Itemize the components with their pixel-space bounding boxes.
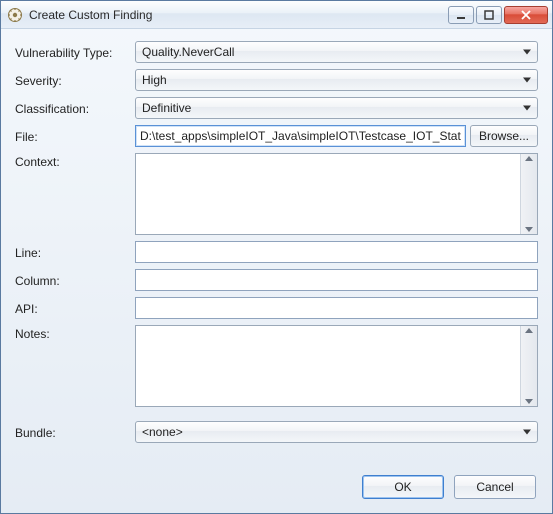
label-classification: Classification: (15, 100, 125, 116)
row-api: API: (15, 297, 538, 319)
api-input[interactable] (135, 297, 538, 319)
label-context: Context: (15, 153, 125, 169)
browse-button[interactable]: Browse... (470, 125, 538, 147)
label-column: Column: (15, 272, 125, 288)
dialog-footer: OK Cancel (15, 465, 538, 503)
titlebar: Create Custom Finding (1, 1, 552, 29)
context-textarea[interactable] (136, 154, 520, 234)
file-input[interactable] (135, 125, 466, 147)
row-vuln-type: Vulnerability Type: Quality.NeverCall (15, 41, 538, 63)
window-buttons (448, 6, 548, 24)
label-bundle: Bundle: (15, 424, 125, 440)
column-input[interactable] (135, 269, 538, 291)
severity-value: High (142, 73, 167, 87)
classification-value: Definitive (142, 101, 191, 115)
form: Vulnerability Type: Quality.NeverCall Se… (15, 41, 538, 465)
chevron-down-icon (523, 106, 531, 111)
row-file: File: Browse... (15, 125, 538, 147)
context-field (135, 153, 538, 235)
classification-combo[interactable]: Definitive (135, 97, 538, 119)
row-notes: Notes: (15, 325, 538, 407)
notes-scrollbar[interactable] (520, 326, 537, 406)
scroll-up-icon (525, 156, 533, 161)
bundle-value: <none> (142, 425, 183, 439)
bundle-combo[interactable]: <none> (135, 421, 538, 443)
scroll-down-icon (525, 227, 533, 232)
maximize-button[interactable] (476, 6, 502, 24)
vuln-type-value: Quality.NeverCall (142, 45, 234, 59)
notes-textarea[interactable] (136, 326, 520, 406)
label-file: File: (15, 128, 125, 144)
line-input[interactable] (135, 241, 538, 263)
cancel-button[interactable]: Cancel (454, 475, 536, 499)
severity-combo[interactable]: High (135, 69, 538, 91)
minimize-button[interactable] (448, 6, 474, 24)
ok-button[interactable]: OK (362, 475, 444, 499)
scroll-up-icon (525, 328, 533, 333)
label-severity: Severity: (15, 72, 125, 88)
context-scrollbar[interactable] (520, 154, 537, 234)
row-severity: Severity: High (15, 69, 538, 91)
row-bundle: Bundle: <none> (15, 421, 538, 443)
window-title: Create Custom Finding (29, 8, 448, 22)
scroll-down-icon (525, 399, 533, 404)
app-icon (7, 7, 23, 23)
chevron-down-icon (523, 430, 531, 435)
chevron-down-icon (523, 78, 531, 83)
row-line: Line: (15, 241, 538, 263)
dialog-window: Create Custom Finding Vulnerability Type… (0, 0, 553, 514)
label-line: Line: (15, 244, 125, 260)
row-classification: Classification: Definitive (15, 97, 538, 119)
close-button[interactable] (504, 6, 548, 24)
row-context: Context: (15, 153, 538, 235)
dialog-body: Vulnerability Type: Quality.NeverCall Se… (1, 29, 552, 513)
label-api: API: (15, 300, 125, 316)
label-notes: Notes: (15, 325, 125, 341)
chevron-down-icon (523, 50, 531, 55)
row-column: Column: (15, 269, 538, 291)
notes-field (135, 325, 538, 407)
label-vuln-type: Vulnerability Type: (15, 44, 125, 60)
vuln-type-combo[interactable]: Quality.NeverCall (135, 41, 538, 63)
